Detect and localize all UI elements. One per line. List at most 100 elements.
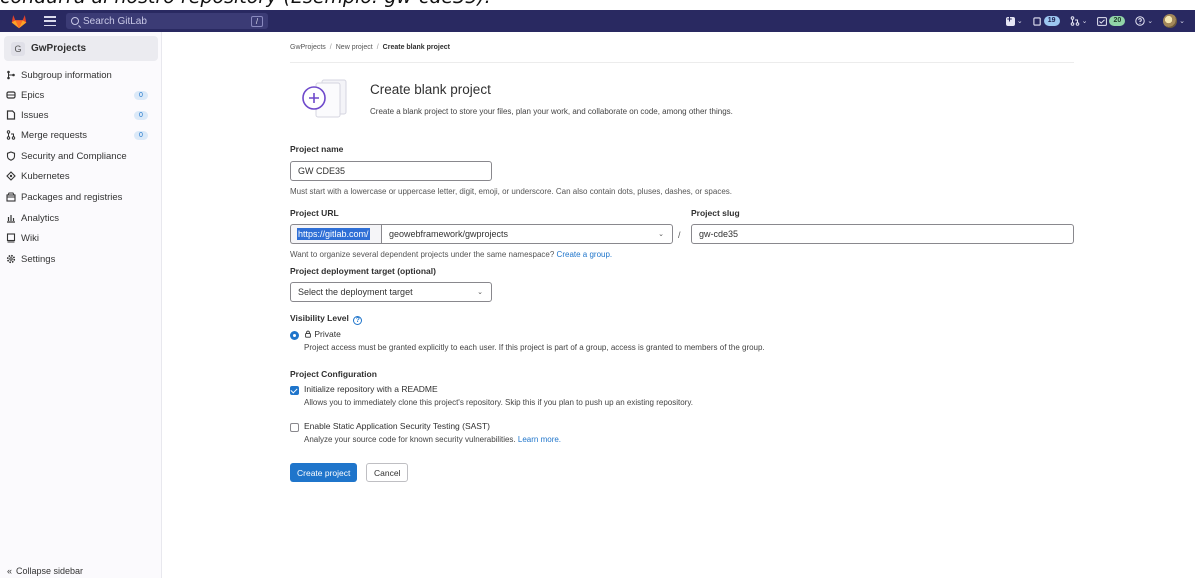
gitlab-logo-icon[interactable]: [8, 13, 30, 29]
visibility-level-label: Visibility Level ?: [290, 313, 363, 325]
sidebar-item-epics[interactable]: Epics 0: [4, 86, 158, 104]
divider: [290, 62, 1074, 63]
learn-more-link[interactable]: Learn more.: [518, 435, 561, 444]
plus-square-icon: [1005, 14, 1015, 26]
merge-requests-button[interactable]: ⌄: [1070, 16, 1088, 26]
issues-count-badge: 19: [1043, 16, 1060, 26]
sidebar-item-kubernetes[interactable]: Kubernetes: [4, 167, 158, 185]
sidebar-item-label: Security and Compliance: [21, 150, 127, 162]
merge-request-nav-icon: [1070, 16, 1079, 26]
package-icon: [5, 191, 17, 203]
menu-icon[interactable]: [44, 16, 56, 26]
gear-icon: [5, 253, 17, 265]
sidebar-item-security-and-compliance[interactable]: Security and Compliance: [4, 147, 158, 165]
todos-button[interactable]: 20: [1097, 16, 1126, 26]
user-menu-button[interactable]: ⌄: [1163, 14, 1185, 28]
search-input[interactable]: Search GitLab /: [66, 13, 268, 29]
sast-help: Analyze your source code for known secur…: [304, 435, 561, 444]
sidebar-item-label: Issues: [21, 109, 49, 121]
page-description: Create a blank project to store your fil…: [370, 107, 733, 116]
breadcrumb-link-new-project[interactable]: New project: [336, 44, 373, 51]
create-group-link[interactable]: Create a group.: [557, 250, 613, 259]
lock-icon: [305, 330, 311, 338]
todo-check-icon: [1097, 16, 1108, 26]
sast-checkbox[interactable]: [290, 423, 299, 432]
help-icon: [1135, 16, 1145, 26]
project-name-input[interactable]: GW CDE35: [290, 161, 492, 181]
deployment-target-select[interactable]: Select the deployment target ⌄: [290, 282, 492, 302]
chevron-down-icon: ⌄: [658, 231, 664, 238]
sast-checkbox-label[interactable]: Enable Static Application Security Testi…: [304, 421, 490, 431]
sidebar: G GwProjects Subgroup information Epics …: [0, 32, 162, 578]
readme-checkbox[interactable]: [290, 386, 299, 395]
double-chevron-left-icon: «: [7, 566, 13, 576]
chart-icon: [5, 212, 17, 224]
breadcrumb-current: Create blank project: [382, 44, 450, 51]
sidebar-item-merge-requests[interactable]: Merge requests 0: [4, 126, 158, 144]
new-menu-button[interactable]: ⌄: [1005, 14, 1023, 26]
visibility-private-option[interactable]: Private: [304, 329, 341, 339]
sidebar-item-settings[interactable]: Settings: [4, 250, 158, 268]
group-avatar: G: [11, 41, 25, 56]
namespace-value: geowebframework/gwprojects: [389, 229, 509, 239]
sidebar-item-wiki[interactable]: Wiki: [4, 229, 158, 247]
search-icon: [71, 17, 79, 25]
issues-icon: [5, 109, 17, 121]
issues-button[interactable]: 19: [1033, 16, 1060, 26]
subgroup-icon: [5, 69, 17, 81]
shield-icon: [5, 150, 17, 162]
issues-nav-icon: [1033, 16, 1041, 26]
count-badge: 0: [134, 110, 148, 120]
visibility-level-text: Visibility Level: [290, 313, 349, 323]
search-placeholder: Search GitLab: [83, 15, 147, 27]
sidebar-item-issues[interactable]: Issues 0: [4, 106, 158, 124]
project-name-help: Must start with a lowercase or uppercase…: [290, 187, 732, 196]
project-url-prefix: https://gitlab.com/: [290, 224, 381, 244]
sidebar-item-label: Subgroup information: [21, 69, 112, 81]
help-button[interactable]: ⌄: [1135, 16, 1153, 26]
sidebar-item-packages-and-registries[interactable]: Packages and registries: [4, 188, 158, 206]
sidebar-item-label: Merge requests: [21, 129, 88, 141]
breadcrumb: GwProjects / New project / Create blank proj…: [290, 44, 450, 51]
readme-checkbox-label[interactable]: Initialize repository with a README: [304, 384, 438, 394]
count-badge: 0: [134, 90, 148, 100]
sidebar-item-label: Settings: [21, 253, 56, 265]
collapse-sidebar-label: Collapse sidebar: [16, 566, 84, 576]
project-slug-label: Project slug: [691, 208, 740, 218]
merge-request-icon: [5, 129, 17, 141]
sidebar-item-subgroup-information[interactable]: Subgroup information: [4, 66, 158, 84]
sidebar-item-label: Epics: [21, 89, 45, 101]
chevron-down-icon: ⌄: [1081, 18, 1088, 25]
kubernetes-icon: [5, 170, 17, 182]
group-name: GwProjects: [31, 43, 87, 54]
sidebar-item-analytics[interactable]: Analytics: [4, 209, 158, 227]
project-name-value: GW CDE35: [298, 166, 346, 176]
search-shortcut-hint: /: [251, 15, 263, 27]
project-name-label: Project name: [290, 144, 344, 154]
namespace-help: Want to organize several dependent proje…: [290, 250, 612, 259]
document-caption: condurrà al nostro repository (Esempio: …: [0, 0, 1195, 10]
sidebar-group-header[interactable]: G GwProjects: [4, 36, 158, 61]
sast-help-text: Analyze your source code for known secur…: [304, 435, 516, 444]
create-project-button[interactable]: Create project: [290, 463, 358, 482]
todo-count-badge: 20: [1109, 16, 1126, 26]
question-help-icon[interactable]: ?: [353, 316, 363, 325]
namespace-select[interactable]: geowebframework/gwprojects ⌄: [381, 224, 673, 244]
collapse-sidebar-button[interactable]: « Collapse sidebar: [7, 566, 83, 576]
readme-help: Allows you to immediately clone this pro…: [304, 398, 693, 407]
visibility-private-radio[interactable]: [290, 331, 299, 340]
deployment-target-placeholder: Select the deployment target: [298, 287, 413, 297]
url-separator: /: [678, 230, 681, 240]
chevron-down-icon: ⌄: [1016, 18, 1023, 25]
sidebar-item-label: Analytics: [21, 212, 60, 224]
project-slug-value: gw-cde35: [699, 229, 739, 239]
deployment-target-label: Project deployment target (optional): [290, 266, 436, 276]
top-navbar: Search GitLab / ⌄ 19 ⌄ 20 ⌄ ⌄: [0, 10, 1195, 32]
project-url-label: Project URL: [290, 208, 339, 218]
sidebar-item-label: Packages and registries: [21, 191, 123, 203]
visibility-private-label: Private: [314, 329, 341, 339]
namespace-help-text: Want to organize several dependent proje…: [290, 250, 555, 259]
cancel-button[interactable]: Cancel: [366, 463, 409, 482]
project-slug-input[interactable]: gw-cde35: [691, 224, 1074, 244]
breadcrumb-link-group[interactable]: GwProjects: [290, 44, 326, 51]
